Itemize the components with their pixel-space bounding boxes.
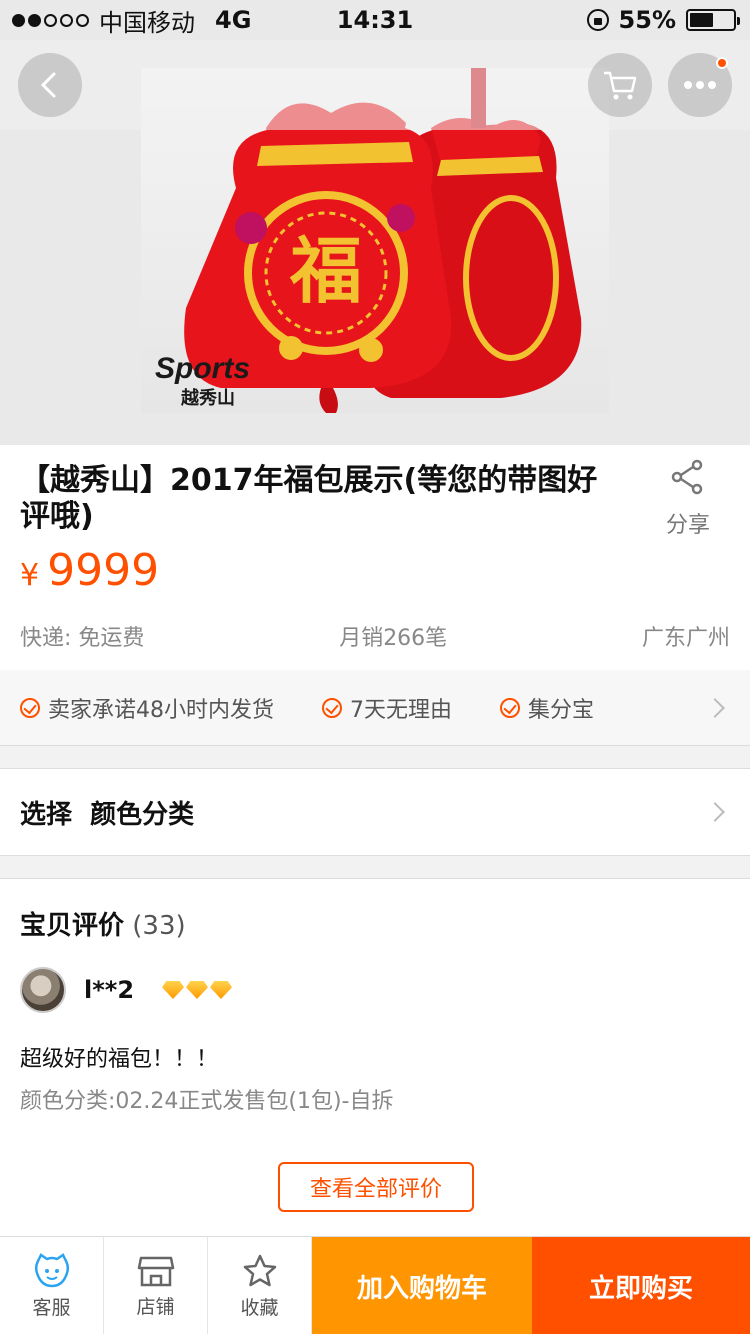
buy-now-button[interactable]: 立即购买 <box>532 1237 750 1334</box>
monthly-sales: 月销266笔 <box>339 626 448 651</box>
reviewer-level-badge <box>162 981 233 999</box>
product-info: 【越秀山】2017年福包展示(等您的带图好评哦) 分享 ¥ 9999 快递: 免… <box>0 445 750 670</box>
diamond-icon <box>186 981 209 999</box>
reviewer-name: l**2 <box>84 976 135 1004</box>
review-variant: 颜色分类:02.24正式发售包(1包)-自拆 <box>20 1089 394 1114</box>
share-button[interactable]: 分享 <box>656 459 720 539</box>
cart-icon <box>604 71 637 100</box>
battery-level-fill <box>690 13 713 27</box>
shop-label: 店铺 <box>136 1295 175 1318</box>
chevron-right-icon <box>705 802 725 822</box>
product-meta: 快递: 免运费 月销266笔 广东广州 <box>20 620 730 652</box>
favorite-button[interactable]: 收藏 <box>208 1237 312 1334</box>
reviews-section: 宝贝评价 (33) l**2 超级好的福包！！！ 颜色分类:02.24正式发售包… <box>0 878 750 1236</box>
select-variant-row[interactable]: 选择 颜色分类 <box>0 768 750 856</box>
shop-icon <box>137 1256 174 1286</box>
check-circle-icon <box>500 697 520 718</box>
diamond-icon <box>210 981 233 999</box>
product-title: 【越秀山】2017年福包展示(等您的带图好评哦) <box>20 463 598 534</box>
star-icon <box>243 1254 276 1286</box>
network-type: 4G <box>215 6 252 34</box>
favorite-label: 收藏 <box>240 1296 279 1319</box>
guarantee-item: 卖家承诺48小时内发货 <box>20 692 274 724</box>
more-icon <box>684 81 716 89</box>
share-icon <box>671 459 703 495</box>
location: 广东广州 <box>641 626 730 651</box>
bottom-action-bar: 客服 店铺 收藏 加入购物车 立即购买 <box>0 1236 750 1334</box>
chevron-left-icon <box>40 72 56 98</box>
shipping-info: 快递: 免运费 <box>20 626 145 651</box>
battery-icon <box>686 9 740 31</box>
check-circle-icon <box>322 697 342 718</box>
carrier-name: 中国移动 <box>99 8 195 37</box>
share-label: 分享 <box>665 513 710 538</box>
signal-strength-icon <box>12 13 89 27</box>
price: ¥ 9999 <box>20 545 159 596</box>
rotation-lock-icon <box>586 9 609 31</box>
check-circle-icon <box>20 697 40 718</box>
watermark-sub: 越秀山 <box>180 387 235 409</box>
reviewer: l**2 <box>20 967 233 1013</box>
guarantee-item: 7天无理由 <box>322 692 452 724</box>
status-bar: 中国移动 4G 14:31 55% <box>0 0 750 40</box>
service-guarantees[interactable]: 卖家承诺48小时内发货 7天无理由 集分宝 <box>0 670 750 746</box>
more-button[interactable] <box>668 53 732 117</box>
cart-button[interactable] <box>588 53 652 117</box>
customer-service-button[interactable]: 客服 <box>0 1237 104 1334</box>
guarantee-item: 集分宝 <box>500 692 594 724</box>
customer-service-label: 客服 <box>32 1296 71 1319</box>
add-to-cart-button[interactable]: 加入购物车 <box>312 1237 532 1334</box>
notification-dot <box>716 57 728 69</box>
chevron-right-icon <box>705 697 725 718</box>
price-value: 9999 <box>47 545 160 596</box>
battery-percent: 55% <box>618 6 676 34</box>
top-navigation <box>0 40 750 130</box>
avatar <box>20 967 66 1013</box>
customer-service-icon <box>34 1252 69 1287</box>
watermark-brand: Sports <box>155 352 250 385</box>
review-text: 超级好的福包！！！ <box>20 1047 219 1072</box>
currency-symbol: ¥ <box>20 558 40 593</box>
select-variant-label: 选择 颜色分类 <box>20 799 195 830</box>
back-button[interactable] <box>18 53 82 117</box>
view-all-reviews-button[interactable]: 查看全部评价 <box>278 1162 474 1212</box>
diamond-icon <box>162 981 185 999</box>
reviews-count: (33) <box>132 911 186 941</box>
shop-button[interactable]: 店铺 <box>104 1237 208 1334</box>
reviews-heading: 宝贝评价 (33) <box>20 911 186 941</box>
fu-character: 福 <box>289 232 362 312</box>
